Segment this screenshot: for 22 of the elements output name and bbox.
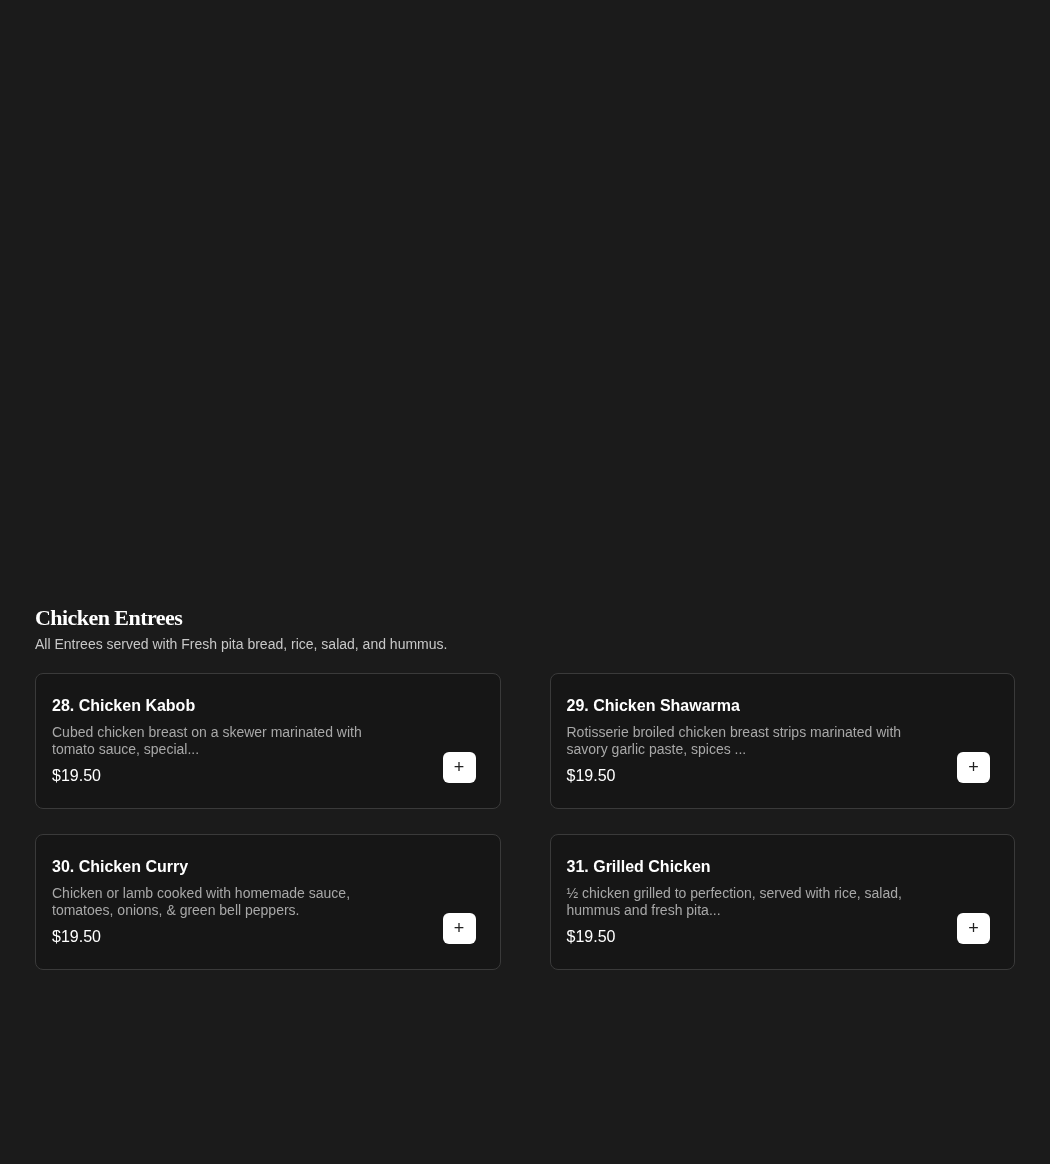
item-name: 30. Chicken Curry xyxy=(52,857,190,877)
menu-item-card[interactable]: 28. Chicken Kabob Cubed chicken breast on a skewer marinated with tomato sauce, special... $19.50 + xyxy=(35,673,501,809)
menu-item-card[interactable]: 30. Chicken Curry Chicken or lamb cooked with homemade sauce, tomatoes, onions, & green bell peppers. $19.50 + xyxy=(35,834,501,970)
add-button[interactable]: + xyxy=(442,751,476,783)
item-name: 29. Chicken Shawarma xyxy=(566,696,741,716)
item-price: $19.50 xyxy=(566,927,617,947)
item-description: Rotisserie broiled chicken breast strips marinated with savory garlic paste, spices ... xyxy=(566,724,903,758)
add-button[interactable]: + xyxy=(957,912,990,944)
menu-item-card[interactable]: 31. Grilled Chicken ½ chicken grilled to perfection, served with rice, salad, hummus and fresh pita... $19.50 + xyxy=(549,834,1015,970)
item-description: ½ chicken grilled to perfection, served with rice, salad, hummus and fresh pita... xyxy=(566,885,903,919)
menu-item-card[interactable]: 29. Chicken Shawarma Rotisserie broiled chicken breast strips marinated with savory garlic paste, spices ... $19.50 + xyxy=(549,673,1015,809)
section-subtitle: All Entrees served with Fresh pita bread, rice, salad, and hummus. xyxy=(35,635,449,654)
item-description: Chicken or lamb cooked with homemade sauce, tomatoes, onions, & green bell peppers. xyxy=(52,885,352,919)
item-name: 31. Grilled Chicken xyxy=(566,857,712,877)
item-price: $19.50 xyxy=(566,766,617,786)
add-button[interactable]: + xyxy=(957,751,990,783)
section-title: Chicken Entrees xyxy=(35,604,184,632)
item-description: Cubed chicken breast on a skewer marinated with tomato sauce, special... xyxy=(52,724,363,758)
add-button[interactable]: + xyxy=(442,912,476,944)
item-price: $19.50 xyxy=(52,766,102,786)
item-name: 28. Chicken Kabob xyxy=(52,696,197,716)
item-price: $19.50 xyxy=(52,927,102,947)
